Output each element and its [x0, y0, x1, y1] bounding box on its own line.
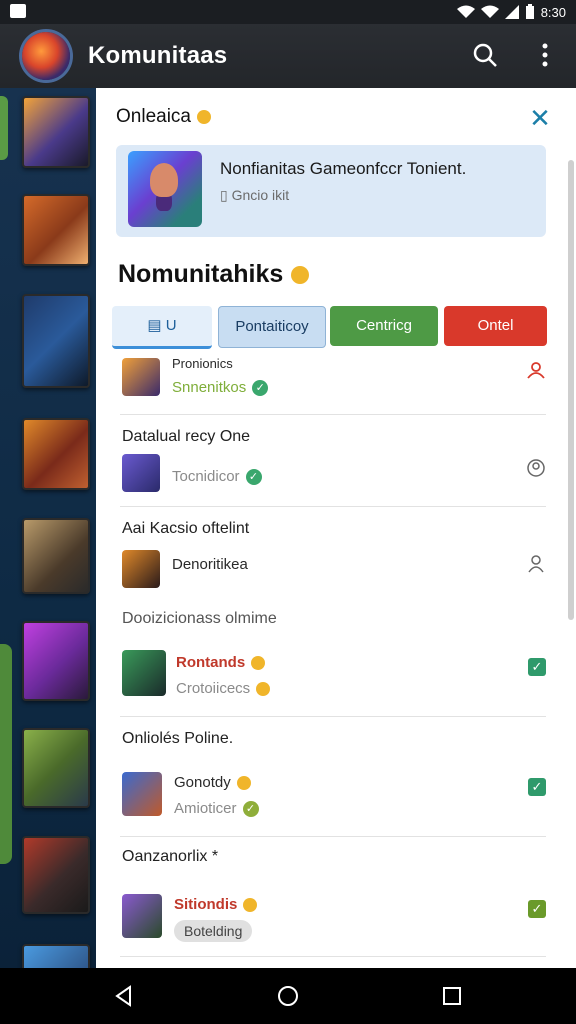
check-icon: ✓ — [242, 801, 259, 818]
game-thumb[interactable] — [122, 894, 162, 938]
signal-icon — [504, 5, 519, 19]
game-thumb[interactable] — [122, 454, 160, 492]
left-community-list — [0, 88, 96, 968]
status-icons: 8:30 — [456, 4, 566, 20]
status-bar: 8:30 — [0, 0, 576, 24]
row5-name: Gonotdy — [174, 774, 251, 791]
check-icon[interactable]: ✓ — [528, 900, 546, 918]
check-icon[interactable]: ✓ — [528, 778, 546, 796]
banner-title: Nonfianitas Gameonfccr Tonient. — [220, 159, 467, 178]
row5-heading: Onliolés Poline. — [122, 730, 234, 747]
community-thumb[interactable] — [22, 621, 90, 701]
game-thumb[interactable] — [122, 550, 160, 588]
divider — [120, 836, 546, 837]
sheet-header: Onleaica — [116, 106, 211, 128]
battery-icon — [525, 4, 534, 19]
app-title: Komunitaas — [88, 42, 228, 69]
tab-u-label: U — [165, 317, 177, 334]
coin-icon — [243, 898, 258, 913]
community-avatar[interactable] — [22, 32, 70, 80]
game-thumb[interactable] — [122, 358, 160, 396]
row5-sub-text: Amioticer — [174, 800, 237, 817]
check-icon: ✓ — [245, 469, 262, 486]
community-thumb[interactable] — [22, 518, 90, 594]
recents-icon[interactable] — [440, 984, 464, 1008]
home-icon[interactable] — [276, 984, 300, 1008]
status-time: 8:30 — [540, 4, 566, 20]
row2-sub: Tocnidicor ✓ — [172, 468, 262, 486]
check-icon: ✓ — [252, 380, 269, 397]
row2-sub-text: Tocnidicor — [172, 468, 240, 485]
community-thumb[interactable] — [22, 96, 90, 168]
wifi-icon — [456, 5, 475, 18]
row2-heading: Datalual recy One — [122, 428, 251, 445]
row4-sub-text: Crotoiicecs — [176, 680, 251, 697]
search-icon[interactable] — [470, 40, 500, 70]
row3-name: Denoritikea — [172, 556, 248, 573]
row4-sub: Crotoiicecs — [176, 680, 271, 697]
row1-sub: Snnenitkos ✓ — [172, 379, 269, 397]
person-icon[interactable] — [526, 554, 546, 574]
back-icon[interactable] — [112, 984, 136, 1008]
scrollbar[interactable] — [568, 160, 574, 620]
coin-icon — [291, 266, 310, 285]
banner-subtitle: ▯ Gncio ikit — [220, 187, 290, 203]
section-title: Nomunitahiks — [118, 260, 310, 289]
check-icon[interactable]: ✓ — [528, 658, 546, 676]
row6-name-text: Sitiondis — [174, 896, 238, 913]
selected-indicator — [0, 96, 8, 160]
wifi-icon — [480, 5, 499, 18]
divider — [120, 716, 546, 717]
photo-icon — [10, 4, 26, 18]
system-nav-bar — [0, 968, 576, 1024]
coin-icon — [236, 776, 251, 791]
row6-name: Sitiondis — [174, 896, 258, 913]
community-thumb[interactable] — [22, 294, 90, 388]
row4-name-text: Rontands — [176, 654, 246, 671]
coin-icon — [256, 682, 271, 697]
row4-name: Rontands — [176, 654, 266, 671]
divider — [120, 956, 546, 957]
row3-heading: Aai Kacsio oftelint — [122, 520, 250, 537]
section-title-text: Nomunitahiks — [118, 260, 284, 288]
coin-icon — [251, 656, 266, 671]
row6-heading: Oanzanorlix * — [122, 848, 219, 865]
app-bar: Komunitaas — [0, 24, 576, 88]
row1-sub-text: Snnenitkos — [172, 379, 247, 396]
community-thumb[interactable] — [22, 944, 90, 968]
game-thumb[interactable] — [122, 650, 166, 696]
divider — [120, 506, 546, 507]
row5-sub: Amioticer ✓ — [174, 800, 259, 818]
tab-centricg[interactable]: Centricg — [330, 306, 438, 346]
community-sheet: Onleaica ✕ Nonfianitas Gameonfccr Tonien… — [96, 88, 576, 968]
game-thumb[interactable] — [122, 772, 162, 816]
tab-ontel[interactable]: Ontel — [444, 306, 547, 346]
more-icon[interactable] — [530, 40, 560, 70]
coin-icon — [197, 109, 211, 124]
person-icon[interactable] — [526, 360, 546, 380]
row4-heading: Dooizicionass olmime — [122, 610, 277, 627]
community-thumb[interactable] — [22, 836, 90, 914]
featured-banner[interactable]: Nonfianitas Gameonfccr Tonient. ▯ Gncio … — [116, 145, 546, 237]
community-thumb[interactable] — [22, 194, 90, 266]
banner-subtitle-text: Gncio ikit — [231, 187, 290, 203]
sheet-header-text: Onleaica — [116, 106, 191, 127]
banner-art — [128, 151, 202, 227]
community-thumb[interactable] — [22, 728, 90, 808]
status-chip: Botelding — [174, 920, 253, 942]
row1-name: Pronionics — [172, 356, 233, 371]
filter-tabs: ▤ U Pontaiticoy Centricg Ontel — [112, 306, 552, 350]
tab-pontaiticoy[interactable]: Pontaiticoy — [218, 306, 326, 348]
side-indicator — [0, 644, 12, 864]
person-icon[interactable] — [526, 458, 546, 478]
tab-u[interactable]: ▤ U — [112, 306, 212, 349]
row5-name-text: Gonotdy — [174, 774, 231, 791]
close-icon[interactable]: ✕ — [528, 105, 552, 131]
divider — [120, 414, 546, 415]
community-thumb[interactable] — [22, 418, 90, 490]
